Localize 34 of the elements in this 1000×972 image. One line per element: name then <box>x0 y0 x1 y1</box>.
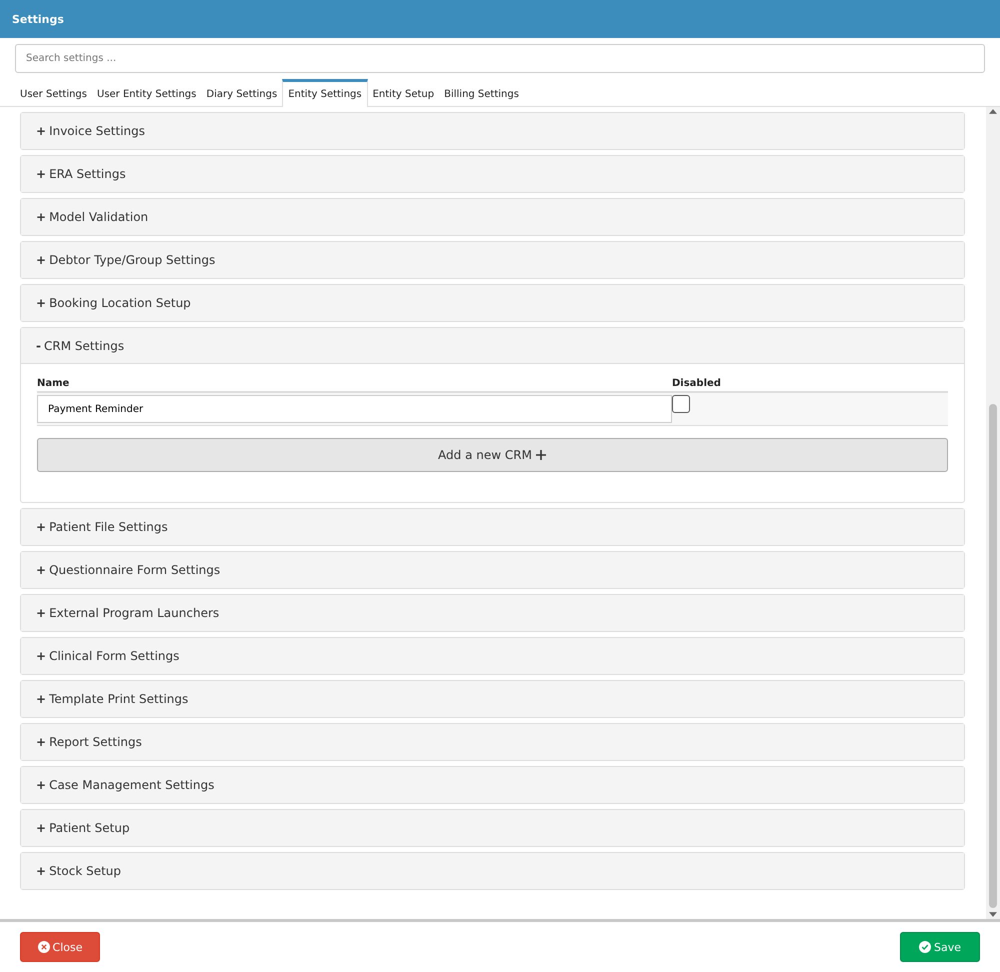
accordion-header[interactable]: + Case Management Settings <box>21 767 964 803</box>
accordion-header[interactable]: + Template Print Settings <box>21 681 964 717</box>
scroll-up-icon[interactable] <box>989 109 997 114</box>
name-field[interactable]: Payment Reminder <box>37 395 672 423</box>
search-field[interactable]: Search settings ... <box>15 44 985 73</box>
tab[interactable]: User Settings <box>15 79 92 107</box>
accordion-header[interactable]: + Patient File Settings <box>21 509 964 545</box>
column-header: Name <box>37 378 70 389</box>
window-title: Settings <box>12 12 64 26</box>
accordion-header[interactable]: + External Program Launchers <box>21 595 964 631</box>
add-button[interactable]: Add a new CRM <box>37 438 948 472</box>
close-button[interactable]: Close <box>20 932 100 962</box>
accordion-header[interactable]: + Questionnaire Form Settings <box>21 552 964 588</box>
accordion-header[interactable]: + Invoice Settings <box>21 113 964 149</box>
column-header: Disabled <box>672 378 722 389</box>
accordion-header[interactable]: + Debtor Type/Group Settings <box>21 242 964 278</box>
check-icon <box>918 941 931 953</box>
checkbox[interactable] <box>672 395 690 413</box>
accordion-header[interactable]: + Model Validation <box>21 199 964 235</box>
accordion-header[interactable]: + Booking Location Setup <box>21 285 964 321</box>
accordion-header[interactable]: + Patient Setup <box>21 810 964 846</box>
accordion-header[interactable]: + Clinical Form Settings <box>21 638 964 674</box>
plus-icon <box>534 449 547 461</box>
accordion-header[interactable]: + Report Settings <box>21 724 964 760</box>
tab[interactable]: Entity Settings <box>282 79 368 107</box>
scroll-down-icon[interactable] <box>989 912 997 917</box>
tab[interactable]: Entity Setup <box>368 79 440 107</box>
accordion-header[interactable]: - CRM Settings <box>21 328 964 364</box>
tab[interactable]: User Entity Settings <box>92 79 202 107</box>
accordion-header[interactable]: + ERA Settings <box>21 156 964 192</box>
close-icon <box>38 941 50 953</box>
accordion-header[interactable]: + Stock Setup <box>21 853 964 889</box>
tab[interactable]: Diary Settings <box>201 79 282 107</box>
tab[interactable]: Billing Settings <box>439 79 524 107</box>
